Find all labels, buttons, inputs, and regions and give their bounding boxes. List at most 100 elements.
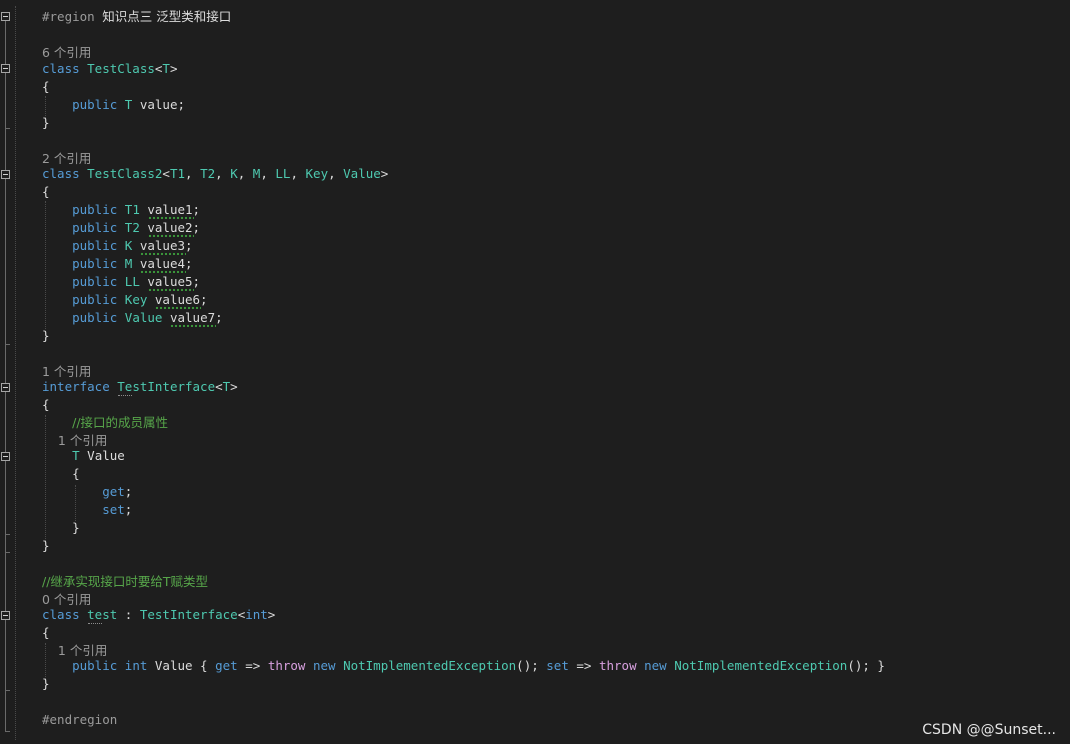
code-token: 知识点三 泛型类和接口 bbox=[102, 9, 232, 24]
code-token: TestInterface bbox=[139, 607, 238, 622]
code-line[interactable]: } bbox=[0, 537, 1070, 555]
code-token: get bbox=[42, 484, 125, 499]
code-token: value2; bbox=[139, 220, 201, 235]
line-content: } bbox=[42, 327, 50, 345]
code-token: Value bbox=[79, 448, 125, 463]
code-token: T2 bbox=[124, 220, 140, 235]
code-token: < bbox=[162, 166, 170, 181]
code-line[interactable]: interface TestInterface<T> bbox=[0, 378, 1070, 396]
code-line[interactable]: class TestClass<T> bbox=[0, 60, 1070, 78]
code-line[interactable]: { bbox=[0, 78, 1070, 96]
code-line[interactable]: } bbox=[0, 519, 1070, 537]
code-line[interactable] bbox=[0, 345, 1070, 363]
code-token: NotImplementedException bbox=[343, 658, 517, 673]
code-line[interactable] bbox=[0, 693, 1070, 711]
codelens-reference-count[interactable]: 1 个引用 bbox=[42, 364, 91, 379]
code-line[interactable]: set; bbox=[0, 501, 1070, 519]
code-line[interactable]: { bbox=[0, 396, 1070, 414]
code-token: public bbox=[42, 238, 125, 253]
code-token: , bbox=[185, 166, 201, 181]
code-token: value1; bbox=[139, 202, 201, 217]
code-token: value6; bbox=[147, 292, 208, 307]
code-token: T2 bbox=[200, 166, 216, 181]
code-token: T1 bbox=[124, 202, 140, 217]
code-line[interactable]: //接口的成员属性 bbox=[0, 414, 1070, 432]
code-token: TestClass bbox=[87, 61, 155, 76]
code-line[interactable]: get; bbox=[0, 483, 1070, 501]
code-token: , bbox=[237, 166, 253, 181]
code-token: { bbox=[42, 184, 50, 199]
code-editor[interactable]: #region 知识点三 泛型类和接口 6 个引用 class TestClas… bbox=[0, 0, 1070, 744]
line-content: #region 知识点三 泛型类和接口 bbox=[42, 8, 231, 26]
code-token: value4; bbox=[132, 256, 193, 271]
code-token: : bbox=[117, 607, 140, 622]
code-token: class bbox=[42, 166, 88, 181]
code-token: class bbox=[42, 607, 88, 622]
code-token: int bbox=[245, 607, 268, 622]
codelens-reference-count[interactable]: 6 个引用 bbox=[42, 45, 91, 60]
code-line[interactable] bbox=[0, 555, 1070, 573]
codelens-reference-count[interactable]: 0 个引用 bbox=[42, 592, 91, 607]
code-line[interactable]: public int Value { get => throw new NotI… bbox=[0, 657, 1070, 675]
code-line[interactable]: } bbox=[0, 327, 1070, 345]
code-line[interactable] bbox=[0, 26, 1070, 44]
suggestion-dots bbox=[118, 393, 132, 396]
code-token: int bbox=[124, 658, 155, 673]
squiggle-underline bbox=[155, 306, 201, 309]
code-line[interactable]: public T value; bbox=[0, 96, 1070, 114]
code-token: public bbox=[42, 292, 125, 307]
code-line[interactable]: #region 知识点三 泛型类和接口 bbox=[0, 8, 1070, 26]
code-line[interactable]: public Value value7; bbox=[0, 309, 1070, 327]
squiggle-underline bbox=[148, 216, 194, 219]
code-token: Key bbox=[124, 292, 148, 307]
code-token: public bbox=[42, 658, 125, 673]
line-content: class test : TestInterface<int> bbox=[42, 606, 275, 624]
code-token: > bbox=[169, 61, 178, 76]
line-content: { bbox=[42, 396, 50, 414]
code-token: { bbox=[42, 79, 50, 94]
line-content: } bbox=[42, 537, 50, 555]
code-line[interactable]: } bbox=[0, 675, 1070, 693]
line-content: } bbox=[42, 114, 50, 132]
code-line[interactable] bbox=[0, 132, 1070, 150]
codelens-reference-count[interactable]: 1 个引用 bbox=[42, 643, 107, 658]
code-token: (); } bbox=[847, 658, 885, 673]
code-token: > bbox=[380, 166, 389, 181]
line-content: get; bbox=[42, 483, 132, 501]
line-content: } bbox=[42, 675, 50, 693]
code-line[interactable]: #endregion bbox=[0, 711, 1070, 729]
code-token: //接口的成员属性 bbox=[72, 415, 169, 430]
code-line[interactable]: T Value bbox=[0, 447, 1070, 465]
squiggle-underline bbox=[170, 324, 216, 327]
code-token: } bbox=[42, 328, 50, 343]
code-token: LL bbox=[124, 274, 140, 289]
line-content: { bbox=[42, 183, 50, 201]
code-token: Value bbox=[343, 166, 381, 181]
code-token: set bbox=[546, 658, 569, 673]
code-token: throw bbox=[267, 658, 313, 673]
code-token: } bbox=[42, 115, 50, 130]
code-line[interactable]: class TestClass2<T1, T2, K, M, LL, Key, … bbox=[0, 165, 1070, 183]
code-token: { bbox=[42, 466, 80, 481]
code-line[interactable]: } bbox=[0, 114, 1070, 132]
codelens-reference-count[interactable]: 1 个引用 bbox=[42, 433, 107, 448]
code-token: } bbox=[42, 520, 80, 535]
code-line[interactable]: { bbox=[0, 624, 1070, 642]
codelens-reference-count[interactable]: 2 个引用 bbox=[42, 151, 91, 166]
code-token: TestInterface bbox=[117, 379, 216, 394]
squiggle-underline bbox=[140, 270, 186, 273]
code-line[interactable]: //继承实现接口时要给T赋类型 bbox=[0, 573, 1070, 591]
code-token: value7; bbox=[162, 310, 223, 325]
code-line[interactable]: { bbox=[0, 183, 1070, 201]
code-token: NotImplementedException bbox=[674, 658, 848, 673]
code-token: value5; bbox=[139, 274, 201, 289]
code-token: #region bbox=[42, 9, 103, 24]
line-content: T Value bbox=[42, 447, 125, 465]
squiggle-underline bbox=[148, 288, 194, 291]
code-line[interactable]: { bbox=[0, 465, 1070, 483]
code-token: T bbox=[162, 61, 170, 76]
line-content: class TestClass2<T1, T2, K, M, LL, Key, … bbox=[42, 165, 388, 183]
code-line[interactable]: class test : TestInterface<int> bbox=[0, 606, 1070, 624]
line-content: class TestClass<T> bbox=[42, 60, 177, 78]
code-token: public bbox=[42, 202, 125, 217]
